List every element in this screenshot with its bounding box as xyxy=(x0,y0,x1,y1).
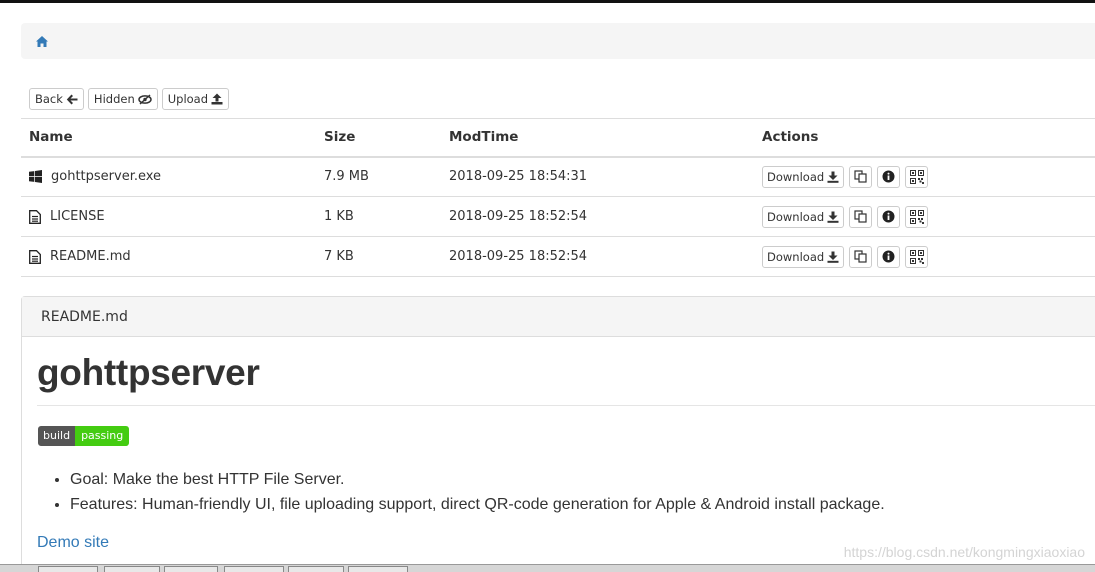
column-header-actions: Actions xyxy=(754,118,1095,158)
divider xyxy=(37,405,1095,406)
watermark: https://blog.csdn.net/kongmingxiaoxiao xyxy=(843,544,1085,560)
taskbar-item[interactable] xyxy=(104,566,160,572)
file-link[interactable]: LICENSE xyxy=(50,209,105,224)
download-icon xyxy=(827,171,839,183)
file-text-icon xyxy=(29,209,41,224)
info-button[interactable] xyxy=(877,165,901,188)
list-item: Goal: Make the best HTTP File Server. xyxy=(70,467,885,492)
file-name-cell: README.md xyxy=(29,249,316,264)
taskbar-item[interactable] xyxy=(288,566,344,572)
file-size: 7.9 MB xyxy=(316,156,441,197)
qrcode-button[interactable] xyxy=(905,165,929,188)
column-header-size[interactable]: Size xyxy=(316,118,441,158)
list-item: Features: Human-friendly UI, file upload… xyxy=(70,492,885,517)
info-circle-icon xyxy=(882,210,895,223)
home-icon[interactable] xyxy=(36,36,48,47)
arrow-left-icon xyxy=(66,94,78,104)
download-button[interactable]: Download xyxy=(762,165,845,188)
download-button[interactable]: Download xyxy=(762,245,845,268)
table-row: README.md 7 KB 2018-09-25 18:52:54 Downl… xyxy=(21,236,1095,277)
info-button[interactable] xyxy=(877,245,901,268)
file-text-icon xyxy=(29,249,41,264)
badge-label: build xyxy=(38,426,76,446)
column-header-modtime[interactable]: ModTime xyxy=(441,118,754,158)
taskbar-item[interactable] xyxy=(38,566,98,572)
download-icon xyxy=(827,211,839,223)
taskbar-item[interactable] xyxy=(348,566,408,572)
row-actions: Download xyxy=(762,165,1095,188)
window-top-border xyxy=(0,0,1095,3)
table-row: LICENSE 1 KB 2018-09-25 18:52:54 Downloa… xyxy=(21,196,1095,237)
row-actions: Download xyxy=(762,205,1095,228)
download-icon xyxy=(827,251,839,263)
file-size: 7 KB xyxy=(316,236,441,277)
breadcrumb xyxy=(21,23,1095,59)
copy-icon xyxy=(854,210,867,223)
readme-title: gohttpserver xyxy=(37,352,260,393)
column-header-name[interactable]: Name xyxy=(21,118,316,158)
file-link[interactable]: README.md xyxy=(50,249,131,264)
qrcode-button[interactable] xyxy=(905,245,929,268)
readme-feature-list: Goal: Make the best HTTP File Server. Fe… xyxy=(70,467,885,517)
badge-status: passing xyxy=(75,426,130,446)
info-circle-icon xyxy=(882,170,895,183)
upload-icon xyxy=(211,93,223,105)
file-modtime: 2018-09-25 18:52:54 xyxy=(441,196,754,237)
file-name-cell: LICENSE xyxy=(29,209,316,224)
back-button[interactable]: Back xyxy=(29,88,84,110)
download-button-label: Download xyxy=(767,169,825,184)
qrcode-icon xyxy=(909,169,924,184)
download-button-label: Download xyxy=(767,249,825,264)
table-header-row: Name Size ModTime Actions xyxy=(21,118,1095,158)
qrcode-button[interactable] xyxy=(905,205,929,228)
qrcode-icon xyxy=(909,249,924,264)
file-modtime: 2018-09-25 18:52:54 xyxy=(441,236,754,277)
windows-icon xyxy=(29,170,42,184)
copy-link-button[interactable] xyxy=(849,165,873,188)
eye-slash-icon xyxy=(137,93,152,105)
file-link[interactable]: gohttpserver.exe xyxy=(51,169,161,184)
copy-icon xyxy=(854,170,867,183)
info-circle-icon xyxy=(882,250,895,263)
readme-panel: README.md gohttpserver build passing Goa… xyxy=(21,296,1095,572)
row-actions: Download xyxy=(762,245,1095,268)
file-table: Name Size ModTime Actions gohttpserver.e… xyxy=(21,118,1095,277)
download-button-label: Download xyxy=(767,209,825,224)
taskbar-item[interactable] xyxy=(164,566,218,572)
readme-panel-heading: README.md xyxy=(22,297,1095,337)
toolbar: Back Hidden Upload xyxy=(29,88,230,110)
taskbar-item[interactable] xyxy=(224,566,284,572)
upload-button[interactable]: Upload xyxy=(161,88,230,110)
upload-button-label: Upload xyxy=(167,92,209,106)
copy-link-button[interactable] xyxy=(849,205,873,228)
file-size: 1 KB xyxy=(316,196,441,237)
hidden-button-label: Hidden xyxy=(93,92,135,106)
copy-link-button[interactable] xyxy=(849,245,873,268)
demo-site-link[interactable]: Demo site xyxy=(37,534,109,552)
file-modtime: 2018-09-25 18:54:31 xyxy=(441,156,754,197)
build-status-badge[interactable]: build passing xyxy=(38,426,130,446)
taskbar xyxy=(0,564,1095,572)
table-row: gohttpserver.exe 7.9 MB 2018-09-25 18:54… xyxy=(21,156,1095,197)
copy-icon xyxy=(854,250,867,263)
hidden-toggle-button[interactable]: Hidden xyxy=(87,88,158,110)
info-button[interactable] xyxy=(877,205,901,228)
back-button-label: Back xyxy=(35,92,63,106)
qrcode-icon xyxy=(909,209,924,224)
file-name-cell: gohttpserver.exe xyxy=(29,169,316,184)
download-button[interactable]: Download xyxy=(762,205,845,228)
